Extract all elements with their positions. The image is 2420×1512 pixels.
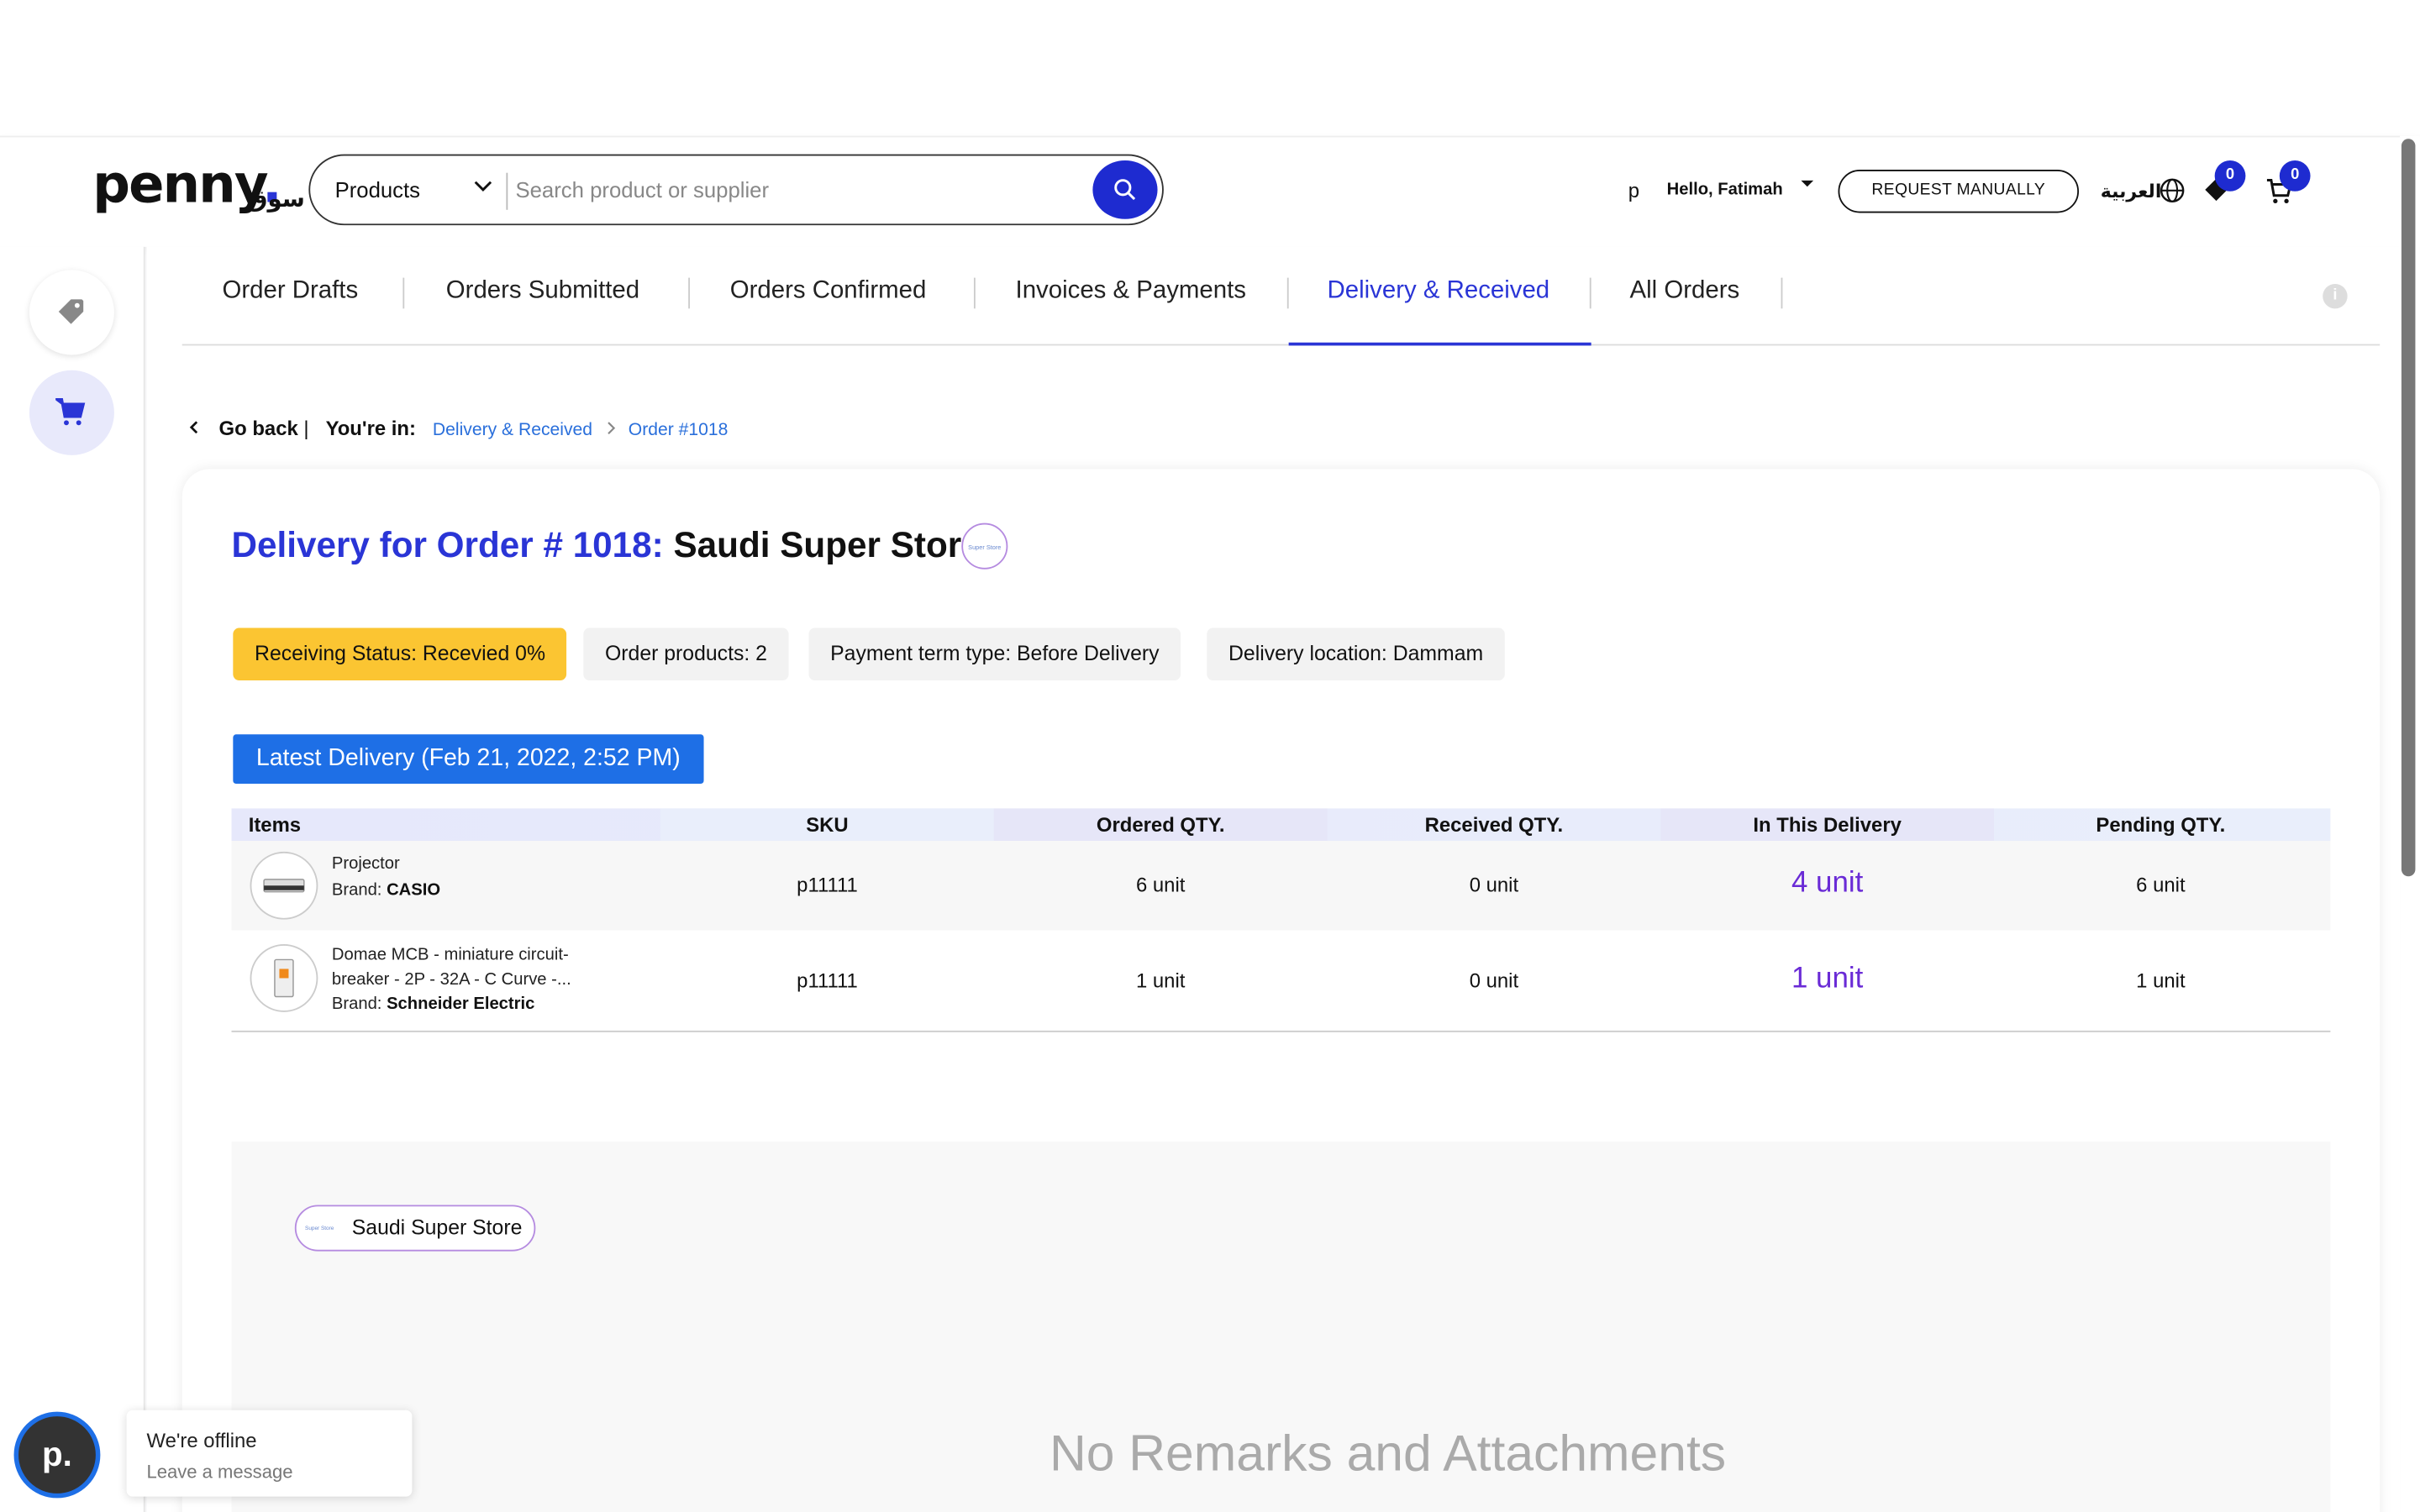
header-sku: SKU (806, 812, 849, 837)
cell-in-this-delivery: 1 unit (1791, 963, 1864, 995)
tag-icon (58, 299, 84, 324)
info-icon[interactable]: i (2323, 283, 2348, 309)
tab-orders-confirmed[interactable]: Orders Confirmed (730, 278, 927, 306)
language-switch[interactable]: العربية (2101, 181, 2162, 202)
chat-widget[interactable]: We're offline Leave a message (126, 1410, 413, 1497)
header-ordered-qty: Ordered QTY. (1096, 812, 1225, 837)
breadcrumb: Go back | You're in: Delivery & Received… (187, 416, 729, 440)
request-manually-button[interactable]: REQUEST MANUALLY (1838, 170, 2080, 213)
sidebar (0, 246, 145, 1512)
cell-ordered-qty: 6 unit (1135, 873, 1186, 897)
search-button[interactable] (1092, 160, 1158, 219)
tab-separator (402, 277, 405, 309)
cell-received-qty: 0 unit (1469, 873, 1519, 897)
cell-ordered-qty: 1 unit (1135, 969, 1186, 992)
cell-sku: p11111 (797, 969, 858, 992)
order-products-chip: Order products: 2 (583, 627, 789, 680)
tab-separator (1781, 277, 1783, 309)
header-received-qty: Received QTY. (1424, 812, 1564, 837)
tab-separator (1589, 277, 1591, 309)
latest-delivery-button[interactable]: Latest Delivery (Feb 21, 2022, 2:52 PM) (233, 734, 704, 785)
header-pending-qty: Pending QTY. (2096, 812, 2226, 837)
tab-separator (1286, 277, 1289, 309)
product-image-projector (250, 851, 318, 920)
payment-term-chip: Payment term type: Before Delivery (808, 627, 1181, 680)
search-input[interactable] (515, 171, 1071, 208)
user-menu-caret-icon[interactable] (1800, 176, 1815, 196)
order-tabs: Order Drafts Orders Submitted Orders Con… (182, 247, 2381, 346)
product-name[interactable]: Projector (332, 852, 400, 876)
breadcrumb-delivery-link[interactable]: Delivery & Received (433, 421, 592, 439)
chat-leave-message[interactable]: Leave a message (146, 1461, 292, 1483)
table-row: Domae MCB - miniature circuit- breaker -… (231, 930, 2331, 1032)
browser-blank-area (0, 0, 2420, 136)
cell-in-this-delivery: 4 unit (1791, 867, 1864, 900)
active-tab-indicator (1288, 342, 1591, 346)
tab-order-drafts[interactable]: Order Drafts (222, 278, 358, 306)
breadcrumb-order-link[interactable]: Order #1018 (629, 421, 729, 439)
store-mini-logo: Super Store (305, 1225, 334, 1231)
user-initial: p (1628, 179, 1640, 202)
search-icon (1114, 179, 1136, 201)
chat-avatar[interactable]: p. (13, 1411, 101, 1499)
category-select[interactable]: Products (335, 177, 420, 202)
page-title: Delivery for Order # 1018: Saudi Super S… (232, 524, 981, 566)
remarks-store-pill[interactable]: Super Store Saudi Super Store (294, 1205, 536, 1252)
scrollbar-thumb[interactable] (2401, 139, 2416, 877)
chevron-left-icon[interactable] (187, 417, 208, 440)
header-in-this-delivery: In This Delivery (1753, 812, 1902, 837)
cell-pending-qty: 1 unit (2136, 969, 2186, 992)
tab-delivery-received[interactable]: Delivery & Received (1328, 278, 1550, 306)
cell-pending-qty: 6 unit (2136, 873, 2186, 897)
product-brand: Brand: Schneider Electric (331, 995, 535, 1014)
delivery-location-chip: Delivery location: Dammam (1207, 627, 1505, 680)
store-name: Saudi Super Store (673, 524, 981, 565)
logo-arabic: سوق (246, 186, 305, 213)
breadcrumb-separator: | (303, 416, 309, 440)
search-bar: Products (308, 154, 1164, 226)
globe-icon[interactable] (2160, 177, 2186, 211)
chevron-right-icon (604, 417, 622, 440)
chat-status: We're offline (146, 1428, 257, 1452)
header-items: Items (248, 812, 302, 837)
sidebar-item-orders[interactable] (29, 370, 114, 455)
product-image-mcb (250, 944, 318, 1012)
tab-all-orders[interactable]: All Orders (1630, 278, 1740, 306)
tab-invoices-payments[interactable]: Invoices & Payments (1016, 278, 1246, 306)
order-title-prefix: Delivery for Order # 1018: (231, 524, 664, 565)
store-logo: Super Store (961, 522, 1008, 570)
receiving-status-chip: Receiving Status: Recevied 0% (233, 627, 567, 680)
cart-icon (55, 398, 86, 426)
tab-separator (973, 277, 976, 309)
user-greeting[interactable]: Hello, Fatimah (1667, 181, 1783, 199)
breadcrumb-label: You're in: (325, 416, 416, 440)
tab-orders-submitted[interactable]: Orders Submitted (446, 278, 639, 306)
tab-separator (688, 277, 691, 309)
no-remarks-text: No Remarks and Attachments (1049, 1424, 1727, 1482)
sidebar-item-products[interactable] (29, 270, 114, 355)
go-back-link[interactable]: Go back (219, 417, 298, 440)
chevron-down-icon[interactable] (474, 176, 492, 199)
cell-received-qty: 0 unit (1469, 969, 1519, 992)
product-name[interactable]: Domae MCB - miniature circuit- breaker -… (332, 942, 571, 992)
product-brand: Brand: CASIO (331, 880, 441, 900)
cart-count-badge: 0 (2279, 160, 2311, 192)
wishlist-count-badge: 0 (2214, 160, 2246, 192)
table-header: Items SKU Ordered QTY. Received QTY. In … (231, 808, 2331, 842)
cell-sku: p11111 (797, 873, 858, 897)
search-divider (506, 172, 508, 210)
table-row: Projector Brand: CASIO p11111 6 unit 0 u… (231, 841, 2331, 931)
